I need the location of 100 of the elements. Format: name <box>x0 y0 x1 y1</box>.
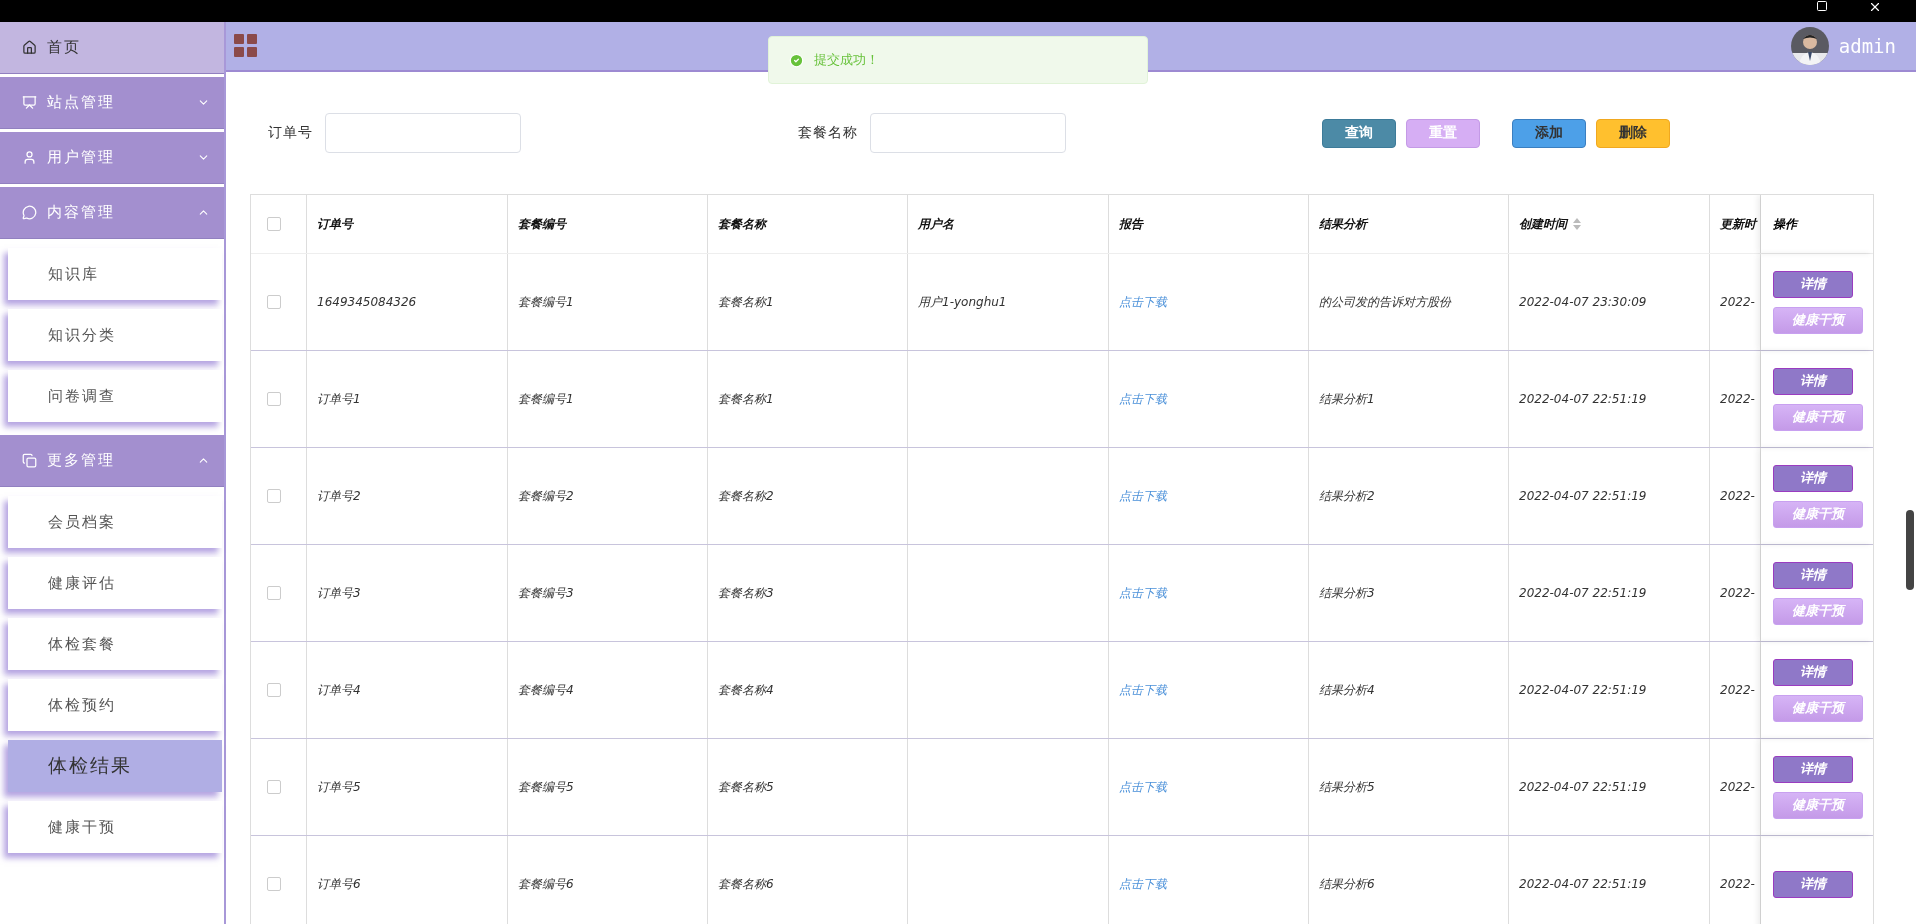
grid-menu-icon[interactable] <box>234 34 258 58</box>
table-cell: 套餐编号6 <box>518 875 574 893</box>
intervention-button[interactable]: 健康干预 <box>1773 694 1863 722</box>
column-header: 创建时间 <box>1519 215 1567 233</box>
details-button[interactable]: 详情 <box>1773 658 1853 686</box>
details-button[interactable]: 详情 <box>1773 367 1853 395</box>
checkbox[interactable] <box>267 489 281 503</box>
column-header: 订单号 <box>317 215 353 233</box>
table-cell: 套餐编号1 <box>518 293 574 311</box>
table-cell: 1649345084326 <box>317 295 417 309</box>
search-field[interactable] <box>325 113 521 153</box>
table-cell: 2022- <box>1720 489 1755 503</box>
search-button[interactable]: 查询 <box>1322 118 1396 148</box>
checkbox[interactable] <box>267 683 281 697</box>
details-button[interactable]: 详情 <box>1773 464 1853 492</box>
details-button[interactable]: 详情 <box>1773 270 1853 298</box>
checkbox[interactable] <box>267 780 281 794</box>
checkbox[interactable] <box>267 392 281 406</box>
download-link[interactable]: 点击下载 <box>1119 778 1167 796</box>
download-link[interactable]: 点击下载 <box>1119 584 1167 602</box>
submenu-item[interactable]: 体检结果 <box>8 740 222 792</box>
table-cell: 2022-04-07 22:51:19 <box>1519 780 1647 794</box>
search-field[interactable] <box>870 113 1066 153</box>
checkbox[interactable] <box>267 877 281 891</box>
column-header: 操作 <box>1773 215 1800 233</box>
table-cell: 2022- <box>1720 877 1755 891</box>
table-cell: 套餐编号3 <box>518 584 574 602</box>
chat-icon <box>22 205 37 220</box>
table-cell: 套餐名称1 <box>718 293 774 311</box>
presentation-board-icon <box>22 95 37 110</box>
table-cell: 套餐名称5 <box>718 778 774 796</box>
table-cell: 用户1-yonghu1 <box>918 293 1007 311</box>
restore-icon[interactable] <box>1816 0 1828 12</box>
table-cell: 2022-04-07 22:51:19 <box>1519 489 1647 503</box>
download-link[interactable]: 点击下载 <box>1119 875 1167 893</box>
submenu-item[interactable]: 知识分类 <box>8 309 222 361</box>
table-cell: 2022- <box>1720 683 1755 697</box>
reset-button[interactable]: 重置 <box>1406 118 1480 148</box>
field-label: 订单号 <box>268 124 313 142</box>
column-header: 用户名 <box>918 215 954 233</box>
table-cell: 2022-04-07 22:51:19 <box>1519 392 1647 406</box>
table-cell: 结果分析3 <box>1319 584 1375 602</box>
table-cell: 2022-04-07 23:30:09 <box>1519 295 1647 309</box>
add-button[interactable]: 添加 <box>1512 118 1586 148</box>
intervention-button[interactable]: 健康干预 <box>1773 500 1863 528</box>
close-icon[interactable] <box>1868 0 1882 14</box>
table-cell: 套餐名称2 <box>718 487 774 505</box>
table-cell: 2022-04-07 22:51:19 <box>1519 586 1647 600</box>
table-cell: 2022-04-07 22:51:19 <box>1519 683 1647 697</box>
sort-icon[interactable] <box>1573 218 1581 230</box>
details-button[interactable]: 详情 <box>1773 870 1853 898</box>
table-cell: 套餐编号1 <box>518 390 574 408</box>
table-cell: 订单号1 <box>317 390 361 408</box>
details-button[interactable]: 详情 <box>1773 755 1853 783</box>
menu-item[interactable]: 更多管理 <box>0 435 224 487</box>
intervention-button[interactable]: 健康干预 <box>1773 306 1863 334</box>
table-cell: 2022- <box>1720 586 1755 600</box>
table-cell: 订单号3 <box>317 584 361 602</box>
table-cell: 订单号2 <box>317 487 361 505</box>
table-cell: 套餐编号4 <box>518 681 574 699</box>
submenu-item[interactable]: 体检套餐 <box>8 618 222 670</box>
scrollbar-thumb[interactable] <box>1906 510 1914 590</box>
table-cell: 结果分析2 <box>1319 487 1375 505</box>
field-label: 套餐名称 <box>798 124 858 142</box>
submenu-item[interactable]: 知识库 <box>8 248 222 300</box>
table-cell: 结果分析6 <box>1319 875 1375 893</box>
menu-item[interactable]: 内容管理 <box>0 187 224 239</box>
table-cell: 2022- <box>1720 295 1755 309</box>
checkbox[interactable] <box>267 295 281 309</box>
table-cell: 2022- <box>1720 780 1755 794</box>
user-name[interactable]: admin <box>1838 35 1896 57</box>
intervention-button[interactable]: 健康干预 <box>1773 597 1863 625</box>
submenu-item[interactable]: 会员档案 <box>8 496 222 548</box>
submenu-item[interactable]: 健康评估 <box>8 557 222 609</box>
submenu-item[interactable]: 健康干预 <box>8 801 222 853</box>
table-cell: 套餐名称6 <box>718 875 774 893</box>
menu-item[interactable]: 站点管理 <box>0 77 224 129</box>
intervention-button[interactable]: 健康干预 <box>1773 403 1863 431</box>
check-circle-icon <box>789 52 804 68</box>
menu-item[interactable]: 用户管理 <box>0 132 224 184</box>
table-cell: 结果分析4 <box>1319 681 1375 699</box>
checkbox[interactable] <box>267 586 281 600</box>
submenu-item[interactable]: 问卷调查 <box>8 370 222 422</box>
download-link[interactable]: 点击下载 <box>1119 293 1167 311</box>
table-cell: 结果分析5 <box>1319 778 1375 796</box>
column-header: 报告 <box>1119 215 1143 233</box>
delete-button[interactable]: 删除 <box>1596 118 1670 148</box>
intervention-button[interactable]: 健康干预 <box>1773 791 1863 819</box>
checkbox[interactable] <box>267 217 281 231</box>
download-link[interactable]: 点击下载 <box>1119 487 1167 505</box>
table-cell: 套餐名称4 <box>718 681 774 699</box>
table-cell: 订单号5 <box>317 778 361 796</box>
download-link[interactable]: 点击下载 <box>1119 390 1167 408</box>
table-cell: 2022-04-07 22:51:19 <box>1519 877 1647 891</box>
submenu-item[interactable]: 体检预约 <box>8 679 222 731</box>
details-button[interactable]: 详情 <box>1773 561 1853 589</box>
download-link[interactable]: 点击下载 <box>1119 681 1167 699</box>
home-icon <box>22 40 37 55</box>
table-cell: 套餐编号2 <box>518 487 574 505</box>
column-header: 套餐编号 <box>518 215 566 233</box>
